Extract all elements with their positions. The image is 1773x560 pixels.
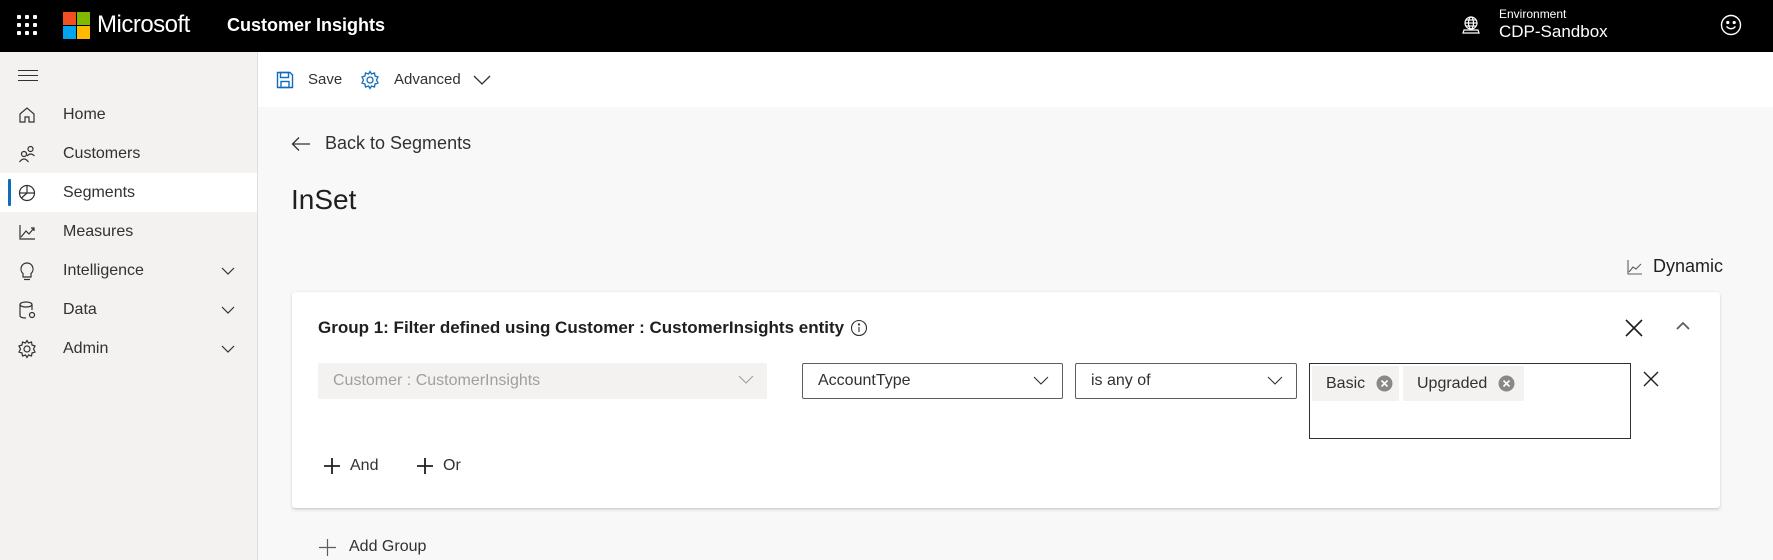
- operator-select-value: is any of: [1091, 372, 1151, 389]
- sidebar-item-segments[interactable]: Segments: [0, 173, 257, 212]
- sidebar-item-label: Customers: [63, 144, 141, 162]
- segment-type-badge: Dynamic: [1627, 256, 1723, 277]
- and-label: And: [350, 457, 379, 474]
- plus-icon: [319, 538, 336, 556]
- chevron-down-icon: [1267, 376, 1283, 385]
- sidebar-item-measures[interactable]: Measures: [0, 212, 257, 251]
- pie-chart-icon: [18, 184, 36, 201]
- values-input[interactable]: Basic Upgraded: [1309, 363, 1631, 439]
- sidebar-item-label: Home: [63, 105, 106, 123]
- or-label: Or: [443, 457, 461, 474]
- save-button[interactable]: Save: [276, 52, 342, 107]
- add-group-button[interactable]: Add Group: [319, 538, 426, 556]
- feedback-smiley-icon[interactable]: [1720, 14, 1742, 36]
- add-group-label: Add Group: [349, 538, 427, 555]
- remove-tag-icon[interactable]: [1498, 375, 1515, 392]
- app-title[interactable]: Customer Insights: [227, 15, 385, 36]
- home-icon: [19, 106, 35, 123]
- database-gear-icon: [19, 300, 36, 319]
- chevron-down-icon: [738, 375, 754, 384]
- arrow-left-icon: [291, 136, 310, 151]
- attribute-select[interactable]: AccountType: [802, 363, 1063, 399]
- group-title-text: Group 1: Filter defined using Customer :…: [318, 318, 845, 337]
- sidebar-item-label: Measures: [63, 222, 134, 240]
- gear-icon: [18, 338, 36, 359]
- top-bar: Microsoft Customer Insights Environment …: [0, 0, 1773, 52]
- entity-select: Customer : CustomerInsights: [318, 363, 767, 399]
- microsoft-logo: [63, 12, 90, 39]
- chevron-down-icon[interactable]: [220, 263, 236, 279]
- sidebar-item-intelligence[interactable]: Intelligence: [0, 251, 257, 290]
- sidebar-item-label: Data: [63, 300, 97, 318]
- remove-tag-icon[interactable]: [1376, 375, 1393, 392]
- value-tag-label: Basic: [1326, 374, 1366, 392]
- line-chart-icon: [19, 224, 35, 240]
- delete-group-icon[interactable]: [1622, 316, 1646, 340]
- brand-name: Microsoft: [97, 11, 190, 38]
- page-title: InSet: [291, 184, 357, 215]
- chevron-down-icon: [473, 75, 491, 85]
- sidebar-item-customers[interactable]: Customers: [0, 134, 257, 173]
- sidebar-item-data[interactable]: Data: [0, 290, 257, 329]
- gear-icon: [361, 69, 379, 90]
- sidebar: Home Customers Segments Measures Intelli…: [0, 52, 258, 560]
- back-label: Back to Segments: [325, 133, 472, 153]
- environment-globe-icon[interactable]: [1461, 15, 1481, 35]
- people-icon: [19, 145, 35, 162]
- group-title: Group 1: Filter defined using Customer :…: [318, 318, 868, 338]
- sidebar-item-label: Admin: [63, 339, 109, 357]
- hamburger-menu-icon[interactable]: [18, 70, 38, 84]
- environment-label: Environment: [1499, 7, 1567, 21]
- chevron-down-icon[interactable]: [220, 341, 236, 357]
- environment-value[interactable]: CDP-Sandbox: [1499, 22, 1608, 42]
- save-icon: [276, 71, 294, 88]
- advanced-label: Advanced: [394, 71, 461, 88]
- line-chart-icon: [1627, 259, 1642, 275]
- sidebar-item-label: Intelligence: [63, 261, 144, 279]
- chevron-down-icon: [1033, 376, 1049, 385]
- sidebar-item-label: Segments: [63, 183, 136, 201]
- chevron-up-icon[interactable]: [1675, 320, 1691, 332]
- info-icon[interactable]: [850, 319, 868, 337]
- value-tag: Basic: [1312, 366, 1399, 401]
- add-and-condition-button[interactable]: And: [324, 457, 378, 475]
- advanced-button[interactable]: Advanced: [360, 52, 491, 107]
- lightbulb-icon: [20, 261, 34, 280]
- filter-group-card: Group 1: Filter defined using Customer :…: [292, 292, 1720, 508]
- entity-select-value: Customer : CustomerInsights: [333, 372, 541, 389]
- operator-select[interactable]: is any of: [1075, 363, 1297, 399]
- value-tag: Upgraded: [1403, 366, 1524, 401]
- save-label: Save: [308, 71, 343, 88]
- add-or-condition-button[interactable]: Or: [417, 457, 461, 475]
- back-to-segments-link[interactable]: Back to Segments: [291, 133, 471, 154]
- chevron-down-icon[interactable]: [220, 302, 236, 318]
- segment-type-label: Dynamic: [1653, 256, 1724, 276]
- plus-icon: [324, 458, 340, 474]
- attribute-select-value: AccountType: [818, 372, 911, 389]
- sidebar-item-admin[interactable]: Admin: [0, 329, 257, 368]
- value-tag-label: Upgraded: [1417, 374, 1488, 392]
- sidebar-item-home[interactable]: Home: [0, 95, 257, 134]
- app-launcher-icon[interactable]: [17, 15, 37, 35]
- plus-icon: [417, 458, 433, 474]
- delete-condition-icon[interactable]: [1642, 370, 1660, 388]
- command-bar: Save Advanced: [258, 52, 1773, 107]
